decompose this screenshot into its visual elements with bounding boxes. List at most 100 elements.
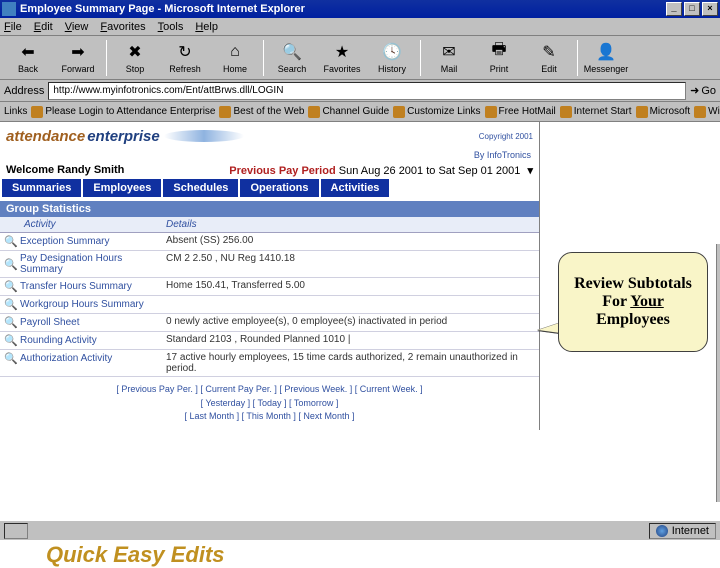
activity-link[interactable]: Authorization Activity (20, 353, 112, 364)
shortcut-row[interactable]: [ Previous Pay Per. ] [ Current Pay Per.… (6, 383, 533, 397)
maximize-button[interactable]: □ (684, 2, 700, 16)
tab-schedules[interactable]: Schedules (163, 179, 238, 197)
messenger-button[interactable]: 👤Messenger (582, 38, 630, 78)
table-row: 🔍Exception SummaryAbsent (SS) 256.00 (0, 233, 539, 251)
menu-view[interactable]: View (65, 21, 89, 33)
back-icon: ⬅ (18, 42, 38, 62)
shortcut-row[interactable]: [ Yesterday ] [ Today ] [ Tomorrow ] (6, 397, 533, 411)
details-cell: 17 active hourly employees, 15 time card… (160, 350, 539, 376)
tab-operations[interactable]: Operations (240, 179, 318, 197)
go-icon: ➜ (690, 84, 699, 97)
forward-button[interactable]: ➡Forward (54, 38, 102, 78)
stop-icon: ✖ (125, 42, 145, 62)
back-button[interactable]: ⬅Back (4, 38, 52, 78)
link-item[interactable]: Internet Start (560, 106, 632, 118)
magnify-icon[interactable]: 🔍 (4, 258, 16, 271)
print-icon: 🖶 (489, 42, 509, 62)
activity-link[interactable]: Payroll Sheet (20, 317, 79, 328)
refresh-button[interactable]: ↻Refresh (161, 38, 209, 78)
status-icon (4, 523, 28, 539)
menu-edit[interactable]: Edit (34, 21, 53, 33)
edit-button[interactable]: ✎Edit (525, 38, 573, 78)
link-item[interactable]: Free HotMail (485, 106, 556, 118)
tab-summaries[interactable]: Summaries (2, 179, 81, 197)
menu-help[interactable]: Help (195, 21, 218, 33)
magnify-icon[interactable]: 🔍 (4, 334, 16, 347)
magnify-icon[interactable]: 🔍 (4, 280, 16, 293)
go-button[interactable]: ➜Go (690, 84, 716, 97)
link-icon (308, 106, 320, 118)
annotation-callout: Review Subtotals For Your Employees (558, 252, 708, 352)
table-header: Activity Details (0, 217, 539, 233)
activity-link[interactable]: Transfer Hours Summary (20, 281, 132, 292)
link-item[interactable]: Microsoft (636, 106, 691, 118)
link-item[interactable]: Channel Guide (308, 106, 389, 118)
link-item[interactable]: Best of the Web (219, 106, 304, 118)
magnify-icon[interactable]: 🔍 (4, 352, 16, 365)
pay-period: Previous Pay Period Sun Aug 26 2001 to S… (229, 164, 533, 177)
activity-link[interactable]: Pay Designation Hours Summary (20, 253, 154, 275)
history-button[interactable]: 🕓History (368, 38, 416, 78)
tab-activities[interactable]: Activities (321, 179, 390, 197)
history-icon: 🕓 (382, 42, 402, 62)
home-icon: ⌂ (225, 42, 245, 62)
welcome-text: Welcome Randy Smith (6, 164, 124, 177)
scrollbar-stub[interactable] (716, 244, 720, 502)
edit-icon: ✎ (539, 42, 559, 62)
activity-link[interactable]: Rounding Activity (20, 335, 97, 346)
col-activity: Activity (0, 217, 160, 232)
stop-button[interactable]: ✖Stop (111, 38, 159, 78)
mail-icon: ✉ (439, 42, 459, 62)
tab-employees[interactable]: Employees (83, 179, 161, 197)
magnify-icon[interactable]: 🔍 (4, 316, 16, 329)
activity-link[interactable]: Workgroup Hours Summary (20, 299, 144, 310)
link-item[interactable]: Customize Links (393, 106, 480, 118)
period-shortcuts: [ Previous Pay Per. ] [ Current Pay Per.… (0, 377, 539, 430)
menu-favorites[interactable]: Favorites (100, 21, 145, 33)
address-label: Address (4, 85, 44, 97)
close-button[interactable]: × (702, 2, 718, 16)
search-icon: 🔍 (282, 42, 302, 62)
window-titlebar: Employee Summary Page - Microsoft Intern… (0, 0, 720, 18)
address-bar: Address http://www.myinfotronics.com/Ent… (0, 80, 720, 102)
link-icon (694, 106, 706, 118)
messenger-icon: 👤 (596, 42, 616, 62)
activity-link[interactable]: Exception Summary (20, 236, 109, 247)
minimize-button[interactable]: _ (666, 2, 682, 16)
menu-tools[interactable]: Tools (158, 21, 184, 33)
byline: By InfoTronics (0, 150, 539, 162)
magnify-icon[interactable]: 🔍 (4, 298, 16, 311)
forward-icon: ➡ (68, 42, 88, 62)
table-row: 🔍 Rounding Activity Standard 2103 , Rounde… (0, 332, 539, 350)
table-row: 🔍 Transfer Hours Summary Home 150.41, Tran… (0, 278, 539, 296)
favorites-button[interactable]: ★Favorites (318, 38, 366, 78)
link-icon (485, 106, 497, 118)
shortcut-row[interactable]: [ Last Month ] [ This Month ] [ Next Mon… (6, 410, 533, 424)
details-cell: Standard 2103 , Rounded Planned 1010 | (160, 332, 539, 347)
link-item[interactable]: Please Login to Attendance Enterprise (31, 106, 215, 118)
menu-file[interactable]: File (4, 21, 22, 33)
ie-icon (2, 2, 16, 16)
table-row: 🔍Payroll Sheet0 newly active employee(s)… (0, 314, 539, 332)
search-button[interactable]: 🔍Search (268, 38, 316, 78)
links-bar: Links Please Login to Attendance Enterpr… (0, 102, 720, 122)
link-icon (31, 106, 43, 118)
copyright: Copyright 2001 (479, 132, 533, 141)
details-cell: Home 150.41, Transferred 5.00 (160, 278, 539, 293)
chevron-down-icon[interactable]: ▾ (527, 165, 533, 177)
link-item[interactable]: Windows Media (694, 106, 720, 118)
content-area: attendance enterprise Copyright 2001 By … (0, 122, 720, 522)
print-button[interactable]: 🖶Print (475, 38, 523, 78)
slide-caption: Quick Easy Edits (46, 542, 225, 568)
brand-swoosh (164, 130, 244, 142)
table-row: 🔍 Workgroup Hours Summary (0, 296, 539, 314)
link-icon (219, 106, 231, 118)
home-button[interactable]: ⌂Home (211, 38, 259, 78)
menu-bar: File Edit View Favorites Tools Help (0, 18, 720, 36)
link-icon (560, 106, 572, 118)
address-input[interactable]: http://www.myinfotronics.com/Ent/attBrws… (48, 82, 686, 100)
status-bar: Internet (0, 520, 720, 540)
globe-icon (656, 525, 668, 537)
mail-button[interactable]: ✉Mail (425, 38, 473, 78)
magnify-icon[interactable]: 🔍 (4, 235, 16, 248)
